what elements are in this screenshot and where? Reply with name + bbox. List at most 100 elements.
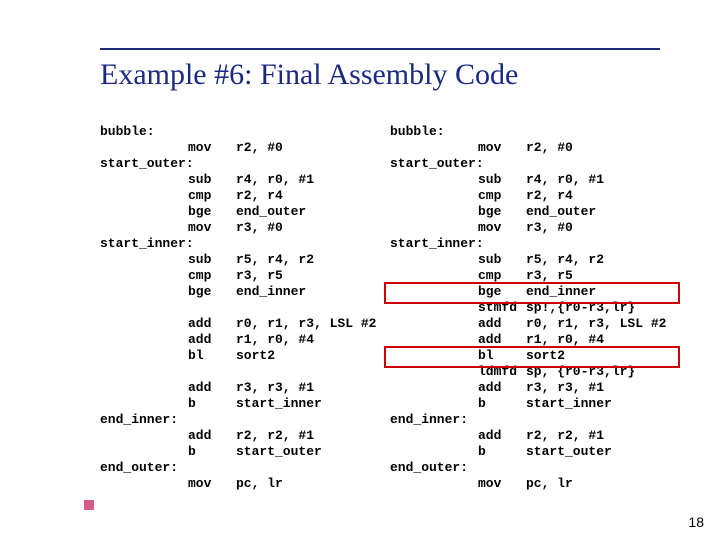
code-row: start_outer:	[390, 156, 666, 172]
code-operands: r2, r4	[236, 188, 283, 204]
code-mnemonic: cmp	[188, 268, 236, 284]
slide-number: 18	[688, 514, 704, 530]
code-mnemonic: sub	[188, 172, 236, 188]
code-row: cmpr3, r5	[100, 268, 376, 284]
code-operands: r0, r1, r3, LSL #2	[526, 316, 666, 332]
code-row: end_inner:	[390, 412, 666, 428]
code-row: end_outer:	[390, 460, 666, 476]
code-row: start_inner:	[100, 236, 376, 252]
code-mnemonic: add	[478, 332, 526, 348]
code-mnemonic: mov	[188, 220, 236, 236]
code-row	[100, 300, 376, 316]
code-operands: r1, r0, #4	[526, 332, 604, 348]
code-mnemonic: mov	[188, 476, 236, 492]
code-row: cmpr2, r4	[100, 188, 376, 204]
code-row: start_outer:	[100, 156, 376, 172]
code-row: bstart_outer	[100, 444, 376, 460]
code-label: bubble:	[100, 124, 188, 140]
code-row: subr5, r4, r2	[390, 252, 666, 268]
code-row: subr4, r0, #1	[100, 172, 376, 188]
code-row: addr1, r0, #4	[100, 332, 376, 348]
code-operands: end_inner	[236, 284, 306, 300]
code-operands: sort2	[236, 348, 275, 364]
code-mnemonic: bge	[188, 284, 236, 300]
code-row: stmfdsp!,{r0-r3,lr}	[390, 300, 666, 316]
code-mnemonic: add	[188, 316, 236, 332]
code-mnemonic: bl	[478, 348, 526, 364]
code-mnemonic: mov	[478, 476, 526, 492]
code-row: subr4, r0, #1	[390, 172, 666, 188]
code-row: cmpr2, r4	[390, 188, 666, 204]
code-mnemonic: bl	[188, 348, 236, 364]
code-area: bubble:movr2, #0start_outer:subr4, r0, #…	[100, 124, 680, 520]
code-mnemonic: bge	[478, 204, 526, 220]
code-label: end_outer:	[390, 460, 478, 476]
code-mnemonic: add	[478, 380, 526, 396]
code-row: bubble:	[390, 124, 666, 140]
code-operands: r4, r0, #1	[236, 172, 314, 188]
code-row: addr3, r3, #1	[100, 380, 376, 396]
code-label: start_inner:	[100, 236, 188, 252]
code-mnemonic: b	[188, 444, 236, 460]
code-operands: r5, r4, r2	[236, 252, 314, 268]
code-mnemonic: bge	[478, 284, 526, 300]
code-row: movr2, #0	[390, 140, 666, 156]
code-mnemonic: sub	[188, 252, 236, 268]
code-row: bubble:	[100, 124, 376, 140]
code-row	[100, 364, 376, 380]
code-row: blsort2	[390, 348, 666, 364]
code-operands: start_outer	[236, 444, 322, 460]
code-row: bgeend_outer	[390, 204, 666, 220]
code-row: addr1, r0, #4	[390, 332, 666, 348]
code-mnemonic: add	[478, 316, 526, 332]
code-row: end_inner:	[100, 412, 376, 428]
code-operands: r3, #0	[236, 220, 283, 236]
code-row: movr3, #0	[100, 220, 376, 236]
code-mnemonic: add	[188, 428, 236, 444]
code-operands: r4, r0, #1	[526, 172, 604, 188]
code-row: cmpr3, r5	[390, 268, 666, 284]
code-operands: r2, #0	[236, 140, 283, 156]
code-operands: sp!,{r0-r3,lr}	[526, 300, 635, 316]
code-row: subr5, r4, r2	[100, 252, 376, 268]
code-operands: r0, r1, r3, LSL #2	[236, 316, 376, 332]
code-row: movr2, #0	[100, 140, 376, 156]
code-operands: end_outer	[236, 204, 306, 220]
code-mnemonic: add	[188, 332, 236, 348]
code-operands: pc, lr	[526, 476, 573, 492]
code-row: bstart_inner	[100, 396, 376, 412]
code-operands: r2, #0	[526, 140, 573, 156]
code-row: end_outer:	[100, 460, 376, 476]
code-mnemonic: cmp	[478, 268, 526, 284]
code-row: movpc, lr	[390, 476, 666, 492]
code-operands: r1, r0, #4	[236, 332, 314, 348]
code-mnemonic: mov	[188, 140, 236, 156]
code-column-left: bubble:movr2, #0start_outer:subr4, r0, #…	[100, 124, 376, 492]
code-row: bgeend_inner	[100, 284, 376, 300]
code-mnemonic: ldmfd	[478, 364, 526, 380]
code-row: movpc, lr	[100, 476, 376, 492]
code-mnemonic: b	[478, 396, 526, 412]
code-label: end_inner:	[390, 412, 478, 428]
code-mnemonic: bge	[188, 204, 236, 220]
code-label: end_inner:	[100, 412, 188, 428]
code-operands: r3, r3, #1	[526, 380, 604, 396]
code-operands: r5, r4, r2	[526, 252, 604, 268]
code-operands: r3, #0	[526, 220, 573, 236]
code-operands: start_inner	[236, 396, 322, 412]
code-mnemonic: add	[188, 380, 236, 396]
code-operands: start_outer	[526, 444, 612, 460]
code-row: bgeend_outer	[100, 204, 376, 220]
code-row: ldmfdsp, {r0-r3,lr}	[390, 364, 666, 380]
code-operands: r3, r5	[526, 268, 573, 284]
code-row: blsort2	[100, 348, 376, 364]
accent-square	[84, 500, 94, 510]
code-operands: r2, r2, #1	[236, 428, 314, 444]
code-row: bgeend_inner	[390, 284, 666, 300]
code-mnemonic: mov	[478, 140, 526, 156]
code-mnemonic: sub	[478, 172, 526, 188]
code-mnemonic: stmfd	[478, 300, 526, 316]
code-operands: start_inner	[526, 396, 612, 412]
code-row: addr0, r1, r3, LSL #2	[100, 316, 376, 332]
code-operands: r2, r2, #1	[526, 428, 604, 444]
